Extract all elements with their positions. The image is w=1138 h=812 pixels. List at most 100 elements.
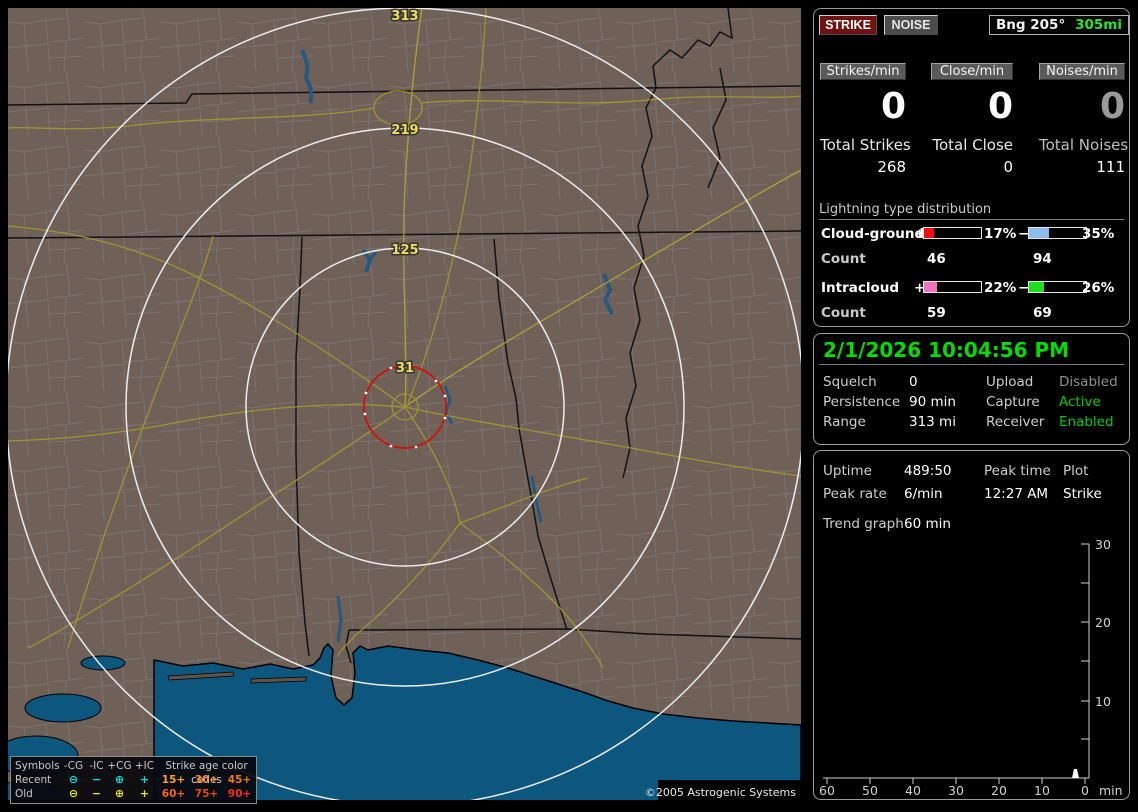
cg-positive-bar-fill: [924, 228, 934, 238]
legend-old-label: Old: [15, 788, 33, 800]
age-30: 30+: [194, 774, 219, 786]
svg-text:30: 30: [948, 783, 964, 798]
svg-text:10: 10: [1095, 694, 1111, 709]
total-close-label: Total Close: [932, 136, 1013, 154]
trend-tick-labels: 30 20 10 60 50 40 30 20 10 0 min: [819, 537, 1123, 798]
close-per-min-button[interactable]: Close/min: [931, 63, 1013, 80]
plus-icon: +: [139, 773, 150, 786]
persistence-value: 90 min: [909, 394, 956, 410]
ic-negative-count: 69: [1033, 305, 1052, 321]
peak-rate-label: Peak rate: [823, 486, 887, 502]
squelch-value: 0: [909, 374, 918, 390]
bearing-range: 305mi: [1075, 17, 1122, 33]
svg-text:10: 10: [1034, 783, 1050, 798]
strikes-per-min-value: 0: [880, 86, 906, 127]
intracloud-row: Intracloud + 22% − 26%: [814, 280, 1129, 296]
map-legend: Symbols -CG -IC +CG +IC Strike age color…: [10, 756, 257, 804]
circle-plus-icon: ⊕: [114, 787, 125, 800]
svg-text:20: 20: [991, 783, 1007, 798]
plus-icon: +: [139, 787, 150, 800]
capture-status: Active: [1059, 394, 1101, 410]
peak-rate-row: Peak rate 6/min 12:27 AM Strike: [814, 486, 1129, 504]
strikes-per-min-button[interactable]: Strikes/min: [820, 63, 906, 80]
minus-icon: −: [91, 787, 102, 800]
capture-label: Capture: [986, 394, 1040, 410]
age-60: 60+: [161, 788, 186, 800]
radar-map[interactable]: 313 219 125 31 ©2005 Astrogenic Systems …: [0, 7, 805, 812]
map-canvas[interactable]: 313 219 125 31 ©2005 Astrogenic Systems: [0, 7, 805, 812]
cg-negative-percent: 35%: [1082, 226, 1115, 242]
uptime-label: Uptime: [823, 463, 872, 479]
cloud-ground-count-row: Count 46 94: [814, 251, 1129, 267]
age-90: 90+: [227, 788, 252, 800]
persistence-label: Persistence: [823, 394, 901, 410]
strike-button[interactable]: STRIKE: [819, 15, 877, 35]
close-counter-column: Close/min 0 Total Close 0: [931, 63, 1013, 176]
svg-text:40: 40: [905, 783, 921, 798]
count-label: Count: [821, 305, 866, 321]
bearing-display: Bng 205° 305mi: [989, 15, 1129, 35]
total-noises-label: Total Noises: [1039, 136, 1129, 154]
total-noises-value: 111: [1096, 158, 1125, 176]
strike-stats-panel: STRIKE NOISE Bng 205° 305mi Strikes/min …: [813, 8, 1130, 327]
trend-graph: 30 20 10 60 50 40 30 20 10 0 min: [819, 537, 1123, 798]
plot-value: Strike: [1063, 486, 1102, 502]
squelch-row: Squelch 0 Upload Disabled: [814, 374, 1129, 392]
distribution-title: Lightning type distribution: [819, 202, 1124, 220]
cg-negative-count: 94: [1033, 251, 1052, 267]
count-label: Count: [821, 251, 866, 267]
circle-minus-icon: ⊖: [68, 773, 79, 786]
cg-negative-bar-fill: [1029, 228, 1049, 238]
intracloud-count-row: Count 59 69: [814, 305, 1129, 321]
svg-text:20: 20: [1095, 615, 1111, 630]
datetime-display: 2/1/2026 10:04:56 PM: [823, 338, 1070, 362]
close-per-min-value: 0: [987, 86, 1013, 127]
total-strikes-value: 268: [877, 158, 906, 176]
peak-rate-value: 6/min: [904, 486, 943, 502]
plot-label: Plot: [1063, 463, 1089, 479]
svg-text:60: 60: [819, 783, 835, 798]
noise-button[interactable]: NOISE: [884, 15, 938, 35]
total-strikes-label: Total Strikes: [820, 136, 911, 154]
cg-positive-bar: [923, 227, 982, 239]
receiver-status: Enabled: [1059, 414, 1114, 430]
trend-graph-label: Trend graph: [823, 516, 904, 532]
uptime-row: Uptime 489:50 Peak time Plot: [814, 463, 1129, 481]
ic-positive-bar: [923, 281, 982, 293]
cg-negative-bar: [1028, 227, 1087, 239]
copyright-text: ©2005 Astrogenic Systems: [645, 786, 796, 799]
persistence-row: Persistence 90 min Capture Active: [814, 394, 1129, 412]
cloud-ground-label: Cloud-ground: [821, 226, 925, 242]
age-15: 15+: [161, 774, 186, 786]
ic-positive-bar-fill: [924, 282, 937, 292]
cg-positive-count: 46: [927, 251, 946, 267]
separator: [819, 364, 1124, 365]
age-75: 75+: [194, 788, 219, 800]
legend-recent-row: Recent ⊖ − ⊕ + 15+ 30+ 45+: [15, 773, 252, 787]
svg-text:30: 30: [1095, 537, 1111, 552]
minus-icon: −: [91, 773, 102, 786]
total-close-value: 0: [1003, 158, 1013, 176]
ic-negative-percent: 26%: [1082, 280, 1115, 296]
ring-label-31: 31: [396, 361, 414, 376]
svg-text:50: 50: [862, 783, 878, 798]
status-panel: 2/1/2026 10:04:56 PM Squelch 0 Upload Di…: [813, 333, 1130, 445]
trend-axes: [823, 543, 1090, 784]
age-45: 45+: [227, 774, 252, 786]
svg-text:0: 0: [1081, 783, 1089, 798]
ring-label-219: 219: [391, 123, 418, 138]
range-value: 313 mi: [909, 414, 956, 430]
ic-positive-percent: 22%: [984, 280, 1017, 296]
intracloud-label: Intracloud: [821, 280, 900, 296]
trend-spike: [1072, 769, 1079, 778]
circle-plus-icon: ⊕: [114, 773, 125, 786]
trend-graph-row: Trend graph 60 min: [814, 516, 1129, 534]
upload-status: Disabled: [1059, 374, 1118, 390]
legend-recent-label: Recent: [15, 774, 52, 786]
noises-per-min-button[interactable]: Noises/min: [1039, 63, 1125, 80]
bearing-label: Bng 205°: [996, 17, 1066, 33]
ic-negative-bar-fill: [1029, 282, 1044, 292]
ic-positive-count: 59: [927, 305, 946, 321]
ic-negative-bar: [1028, 281, 1087, 293]
noises-per-min-value: 0: [1099, 86, 1125, 127]
